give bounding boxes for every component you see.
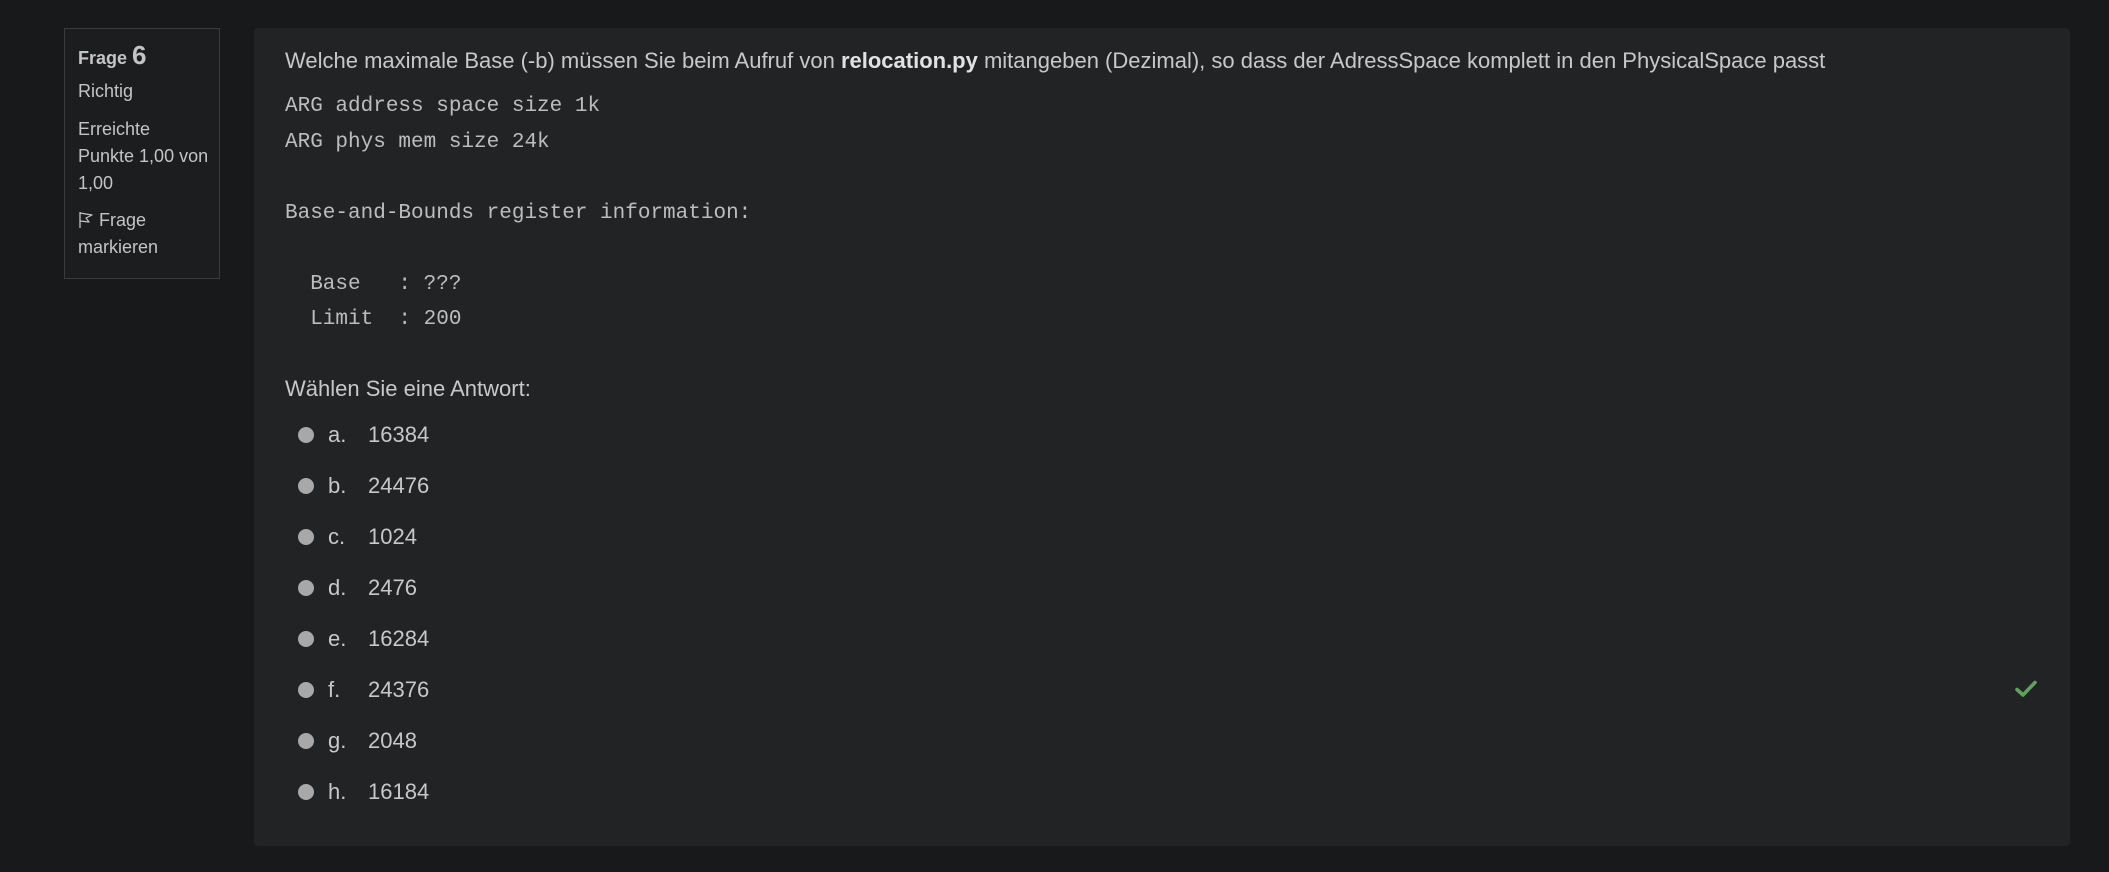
radio-button[interactable] bbox=[298, 783, 314, 800]
answer-option-e[interactable]: e. 16284 bbox=[298, 613, 2038, 664]
grade-line-2: Punkte 1,00 von bbox=[78, 146, 209, 166]
answer-option-f[interactable]: f. 24376 bbox=[298, 664, 2038, 715]
code-block: ARG address space size 1k ARG phys mem s… bbox=[285, 95, 752, 331]
answer-value: 16184 bbox=[368, 778, 430, 804]
radio-button[interactable] bbox=[298, 630, 314, 647]
answer-option-g[interactable]: g. 2048 bbox=[298, 715, 2038, 766]
answer-letter: d. bbox=[328, 574, 347, 600]
radio-button[interactable] bbox=[298, 681, 314, 698]
grade-line-1: Erreichte bbox=[78, 119, 151, 139]
answer-prompt: Wählen Sie eine Antwort: bbox=[285, 376, 531, 401]
question-text-before: Welche maximale Base (-b) müssen Sie bei… bbox=[285, 48, 841, 73]
question-text: Welche maximale Base (-b) müssen Sie bei… bbox=[285, 48, 1825, 74]
answer-list: a. 16384 b. 24476 c. 1024 d. 2476 e. 162… bbox=[298, 409, 2038, 817]
answer-value: 2476 bbox=[368, 574, 417, 600]
radio-button[interactable] bbox=[298, 426, 314, 443]
answer-letter: a. bbox=[328, 421, 347, 447]
answer-option-c[interactable]: c. 1024 bbox=[298, 511, 2038, 562]
question-text-after: mitangeben (Dezimal), so dass der Adress… bbox=[977, 48, 1826, 73]
answer-option-d[interactable]: d. 2476 bbox=[298, 562, 2038, 613]
question-number: 6 bbox=[132, 40, 147, 70]
radio-button[interactable] bbox=[298, 732, 314, 749]
answer-value: 24376 bbox=[368, 676, 430, 702]
answer-letter: c. bbox=[328, 523, 346, 549]
answer-letter: e. bbox=[328, 625, 347, 651]
radio-button[interactable] bbox=[298, 477, 314, 494]
flag-label-1: Frage bbox=[99, 210, 147, 230]
question-info-panel: Frage 6 Richtig Erreichte Punkte 1,00 vo… bbox=[64, 28, 220, 279]
answer-option-h[interactable]: h. 16184 bbox=[298, 766, 2038, 817]
radio-button[interactable] bbox=[298, 579, 314, 596]
question-heading: Frage 6 bbox=[78, 39, 219, 74]
answer-letter: g. bbox=[328, 727, 347, 753]
flag-question-button[interactable]: Frage markieren bbox=[78, 207, 219, 261]
answer-letter: b. bbox=[328, 472, 347, 498]
answer-value: 24476 bbox=[368, 472, 430, 498]
answer-option-a[interactable]: a. 16384 bbox=[298, 409, 2038, 460]
question-label: Frage bbox=[78, 48, 128, 68]
answer-value: 2048 bbox=[368, 727, 417, 753]
answer-option-b[interactable]: b. 24476 bbox=[298, 460, 2038, 511]
question-content: Welche maximale Base (-b) müssen Sie bei… bbox=[254, 28, 2070, 846]
grade-line-3: 1,00 bbox=[78, 173, 114, 193]
flag-label-2: markieren bbox=[78, 237, 159, 257]
flag-icon bbox=[79, 212, 93, 228]
check-icon bbox=[2015, 680, 2037, 697]
answer-letter: f. bbox=[328, 676, 341, 702]
answer-value: 16384 bbox=[368, 421, 430, 447]
question-grade: Erreichte Punkte 1,00 von 1,00 bbox=[78, 116, 219, 197]
question-text-bold: relocation.py bbox=[840, 48, 978, 73]
answer-value: 1024 bbox=[368, 523, 417, 549]
question-state: Richtig bbox=[78, 81, 134, 101]
answer-letter: h. bbox=[328, 778, 347, 804]
radio-button[interactable] bbox=[298, 528, 314, 545]
answer-value: 16284 bbox=[368, 625, 430, 651]
